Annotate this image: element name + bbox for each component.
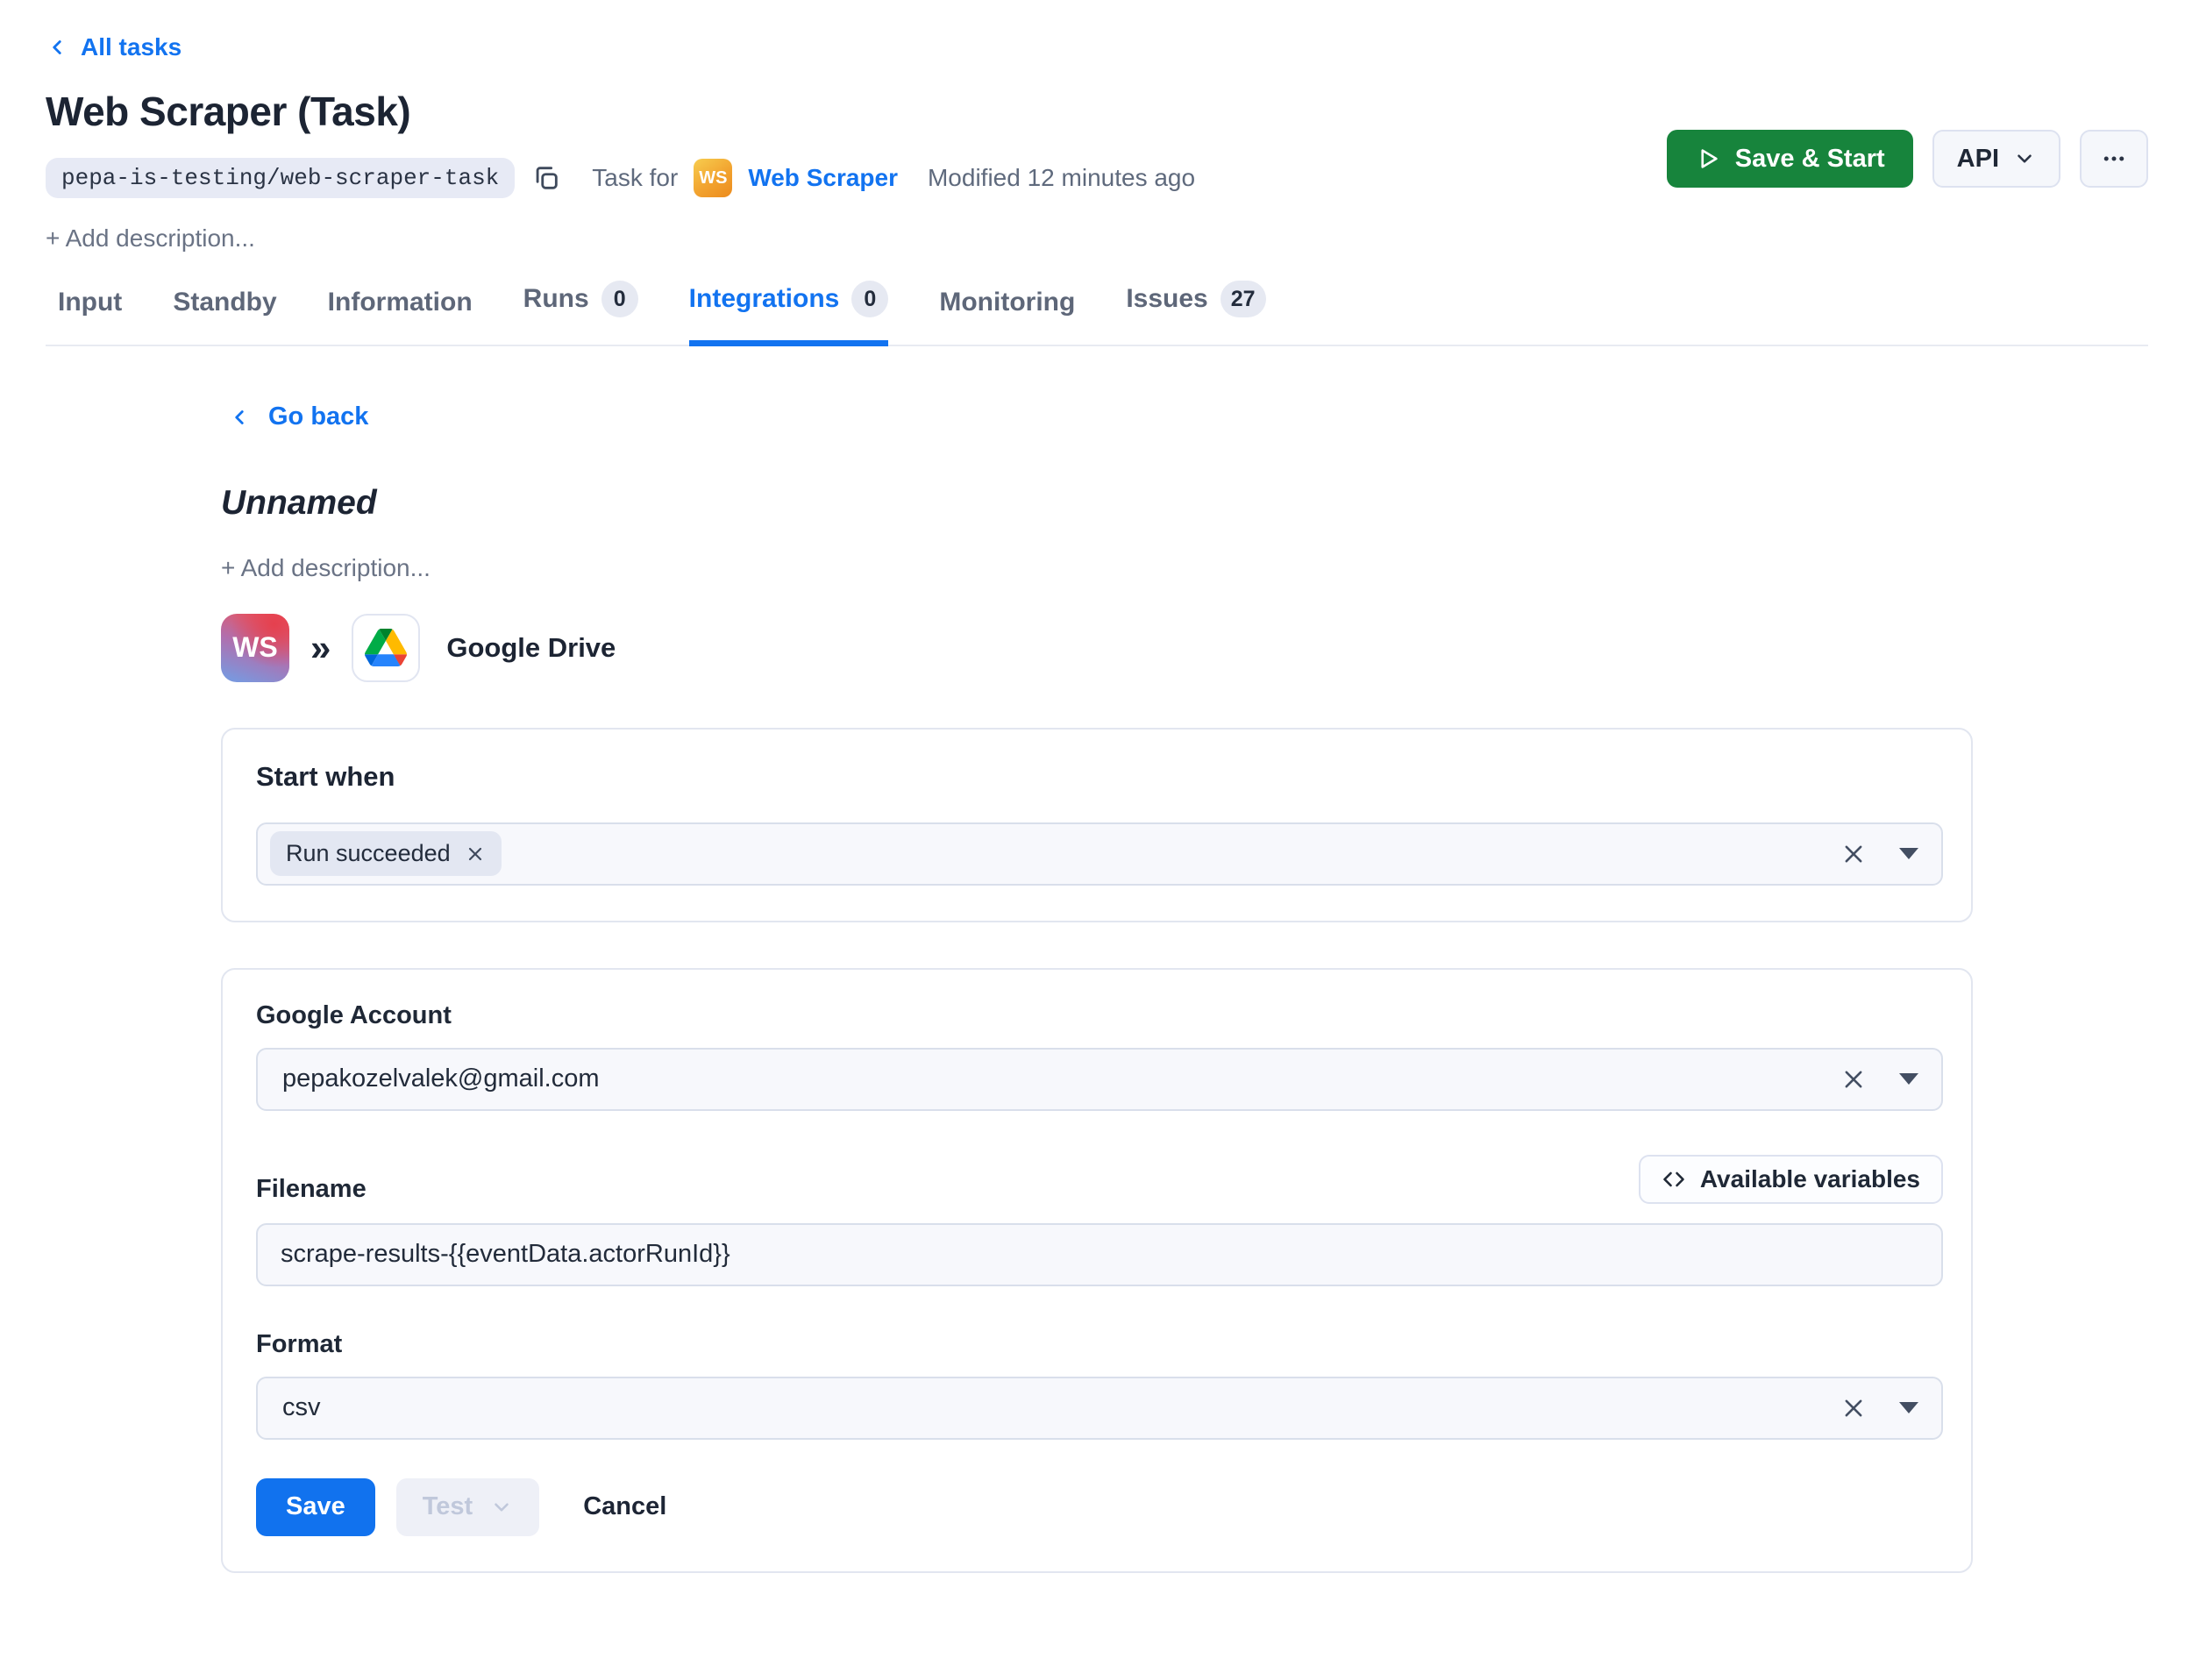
integration-form-card: Google Account pepakozelvalek@gmail.com …: [221, 968, 1973, 1573]
tab-input[interactable]: Input: [58, 288, 122, 346]
web-scraper-actor-icon: WS: [694, 159, 732, 197]
format-select[interactable]: csv: [256, 1377, 1943, 1440]
cancel-button[interactable]: Cancel: [583, 1492, 666, 1521]
google-account-label: Google Account: [256, 1001, 1943, 1030]
task-path-badge: pepa-is-testing/web-scraper-task: [46, 158, 515, 198]
format-value: csv: [270, 1393, 321, 1422]
dropdown-caret-icon[interactable]: [1899, 1402, 1918, 1413]
page: All tasks Web Scraper (Task) pepa-is-tes…: [0, 0, 2192, 1680]
tab-integrations[interactable]: Integrations 0: [689, 281, 889, 346]
start-when-card: Start when Run succeeded: [221, 728, 1973, 922]
tab-standby[interactable]: Standby: [173, 288, 276, 346]
tab-integrations-badge: 0: [851, 281, 888, 317]
tab-label: Runs: [523, 284, 589, 314]
tab-bar: Input Standby Information Runs 0 Integrat…: [46, 281, 2148, 346]
remove-tag-icon[interactable]: [465, 844, 486, 865]
event-tag: Run succeeded: [270, 831, 502, 876]
tab-issues[interactable]: Issues 27: [1126, 281, 1265, 346]
all-tasks-link[interactable]: All tasks: [46, 33, 181, 61]
web-scraper-source-icon: WS: [221, 614, 289, 682]
more-options-button[interactable]: [2080, 130, 2148, 188]
play-icon: [1695, 146, 1721, 172]
go-back-label: Go back: [268, 402, 368, 431]
api-label: API: [1957, 145, 1999, 174]
available-variables-label: Available variables: [1700, 1165, 1920, 1193]
form-buttons-row: Save Test Cancel: [256, 1478, 1943, 1536]
test-button[interactable]: Test: [396, 1478, 539, 1536]
actor-initials: WS: [699, 168, 727, 189]
save-start-button[interactable]: Save & Start: [1667, 130, 1913, 188]
save-button[interactable]: Save: [256, 1478, 375, 1536]
google-account-select[interactable]: pepakozelvalek@gmail.com: [256, 1048, 1943, 1111]
google-drive-icon: [352, 614, 420, 682]
ellipsis-icon: [2101, 146, 2127, 172]
copy-icon[interactable]: [530, 162, 562, 194]
integration-add-description-link[interactable]: + Add description...: [221, 554, 1973, 582]
actor-link[interactable]: Web Scraper: [748, 164, 898, 192]
chevron-left-icon: [228, 406, 251, 429]
integration-name: Unnamed: [221, 484, 1973, 523]
tab-runs[interactable]: Runs 0: [523, 281, 638, 346]
tab-label: Standby: [173, 288, 276, 317]
tab-label: Information: [328, 288, 473, 317]
clear-selection-icon[interactable]: [1841, 1396, 1866, 1420]
add-description-link[interactable]: + Add description...: [46, 224, 2148, 253]
dropdown-caret-icon[interactable]: [1899, 848, 1918, 859]
chevron-down-icon: [490, 1496, 513, 1519]
tab-runs-badge: 0: [601, 281, 638, 317]
header: Web Scraper (Task) pepa-is-testing/web-s…: [46, 88, 2148, 253]
format-label: Format: [256, 1330, 1943, 1359]
chevron-down-icon: [2013, 147, 2036, 170]
integration-flow-row: WS » Google Drive: [221, 614, 1973, 682]
page-title: Web Scraper (Task): [46, 88, 2148, 135]
available-variables-button[interactable]: Available variables: [1639, 1155, 1943, 1204]
clear-selection-icon[interactable]: [1841, 842, 1866, 866]
filename-label: Filename: [256, 1175, 367, 1204]
integration-detail: Go back Unnamed + Add description... WS …: [221, 346, 1973, 1573]
tab-monitoring[interactable]: Monitoring: [939, 288, 1075, 346]
tab-label: Monitoring: [939, 288, 1075, 317]
task-for-label: Task for: [592, 164, 678, 192]
integration-target-name: Google Drive: [446, 632, 616, 664]
source-initials: WS: [232, 631, 278, 664]
header-actions: Save & Start API: [1667, 130, 2148, 188]
code-icon: [1662, 1167, 1686, 1192]
clear-selection-icon[interactable]: [1841, 1067, 1866, 1092]
start-when-select[interactable]: Run succeeded: [256, 822, 1943, 886]
tab-issues-badge: 27: [1221, 281, 1266, 317]
tab-label: Issues: [1126, 284, 1207, 314]
all-tasks-label: All tasks: [81, 33, 181, 61]
go-back-link[interactable]: Go back: [228, 402, 368, 431]
chevron-left-icon: [46, 36, 68, 59]
event-tag-label: Run succeeded: [286, 840, 451, 867]
dropdown-caret-icon[interactable]: [1899, 1073, 1918, 1085]
start-when-title: Start when: [256, 761, 1943, 793]
google-account-value: pepakozelvalek@gmail.com: [270, 1064, 600, 1093]
tab-label: Integrations: [689, 284, 840, 314]
save-start-label: Save & Start: [1735, 145, 1885, 174]
modified-timestamp: Modified 12 minutes ago: [928, 164, 1195, 192]
flow-arrow-icon: »: [310, 627, 331, 669]
filename-input[interactable]: [256, 1223, 1943, 1286]
tab-information[interactable]: Information: [328, 288, 473, 346]
tab-label: Input: [58, 288, 122, 317]
api-button[interactable]: API: [1932, 130, 2060, 188]
filename-label-row: Filename Available variables: [256, 1155, 1943, 1204]
test-label: Test: [423, 1492, 473, 1521]
